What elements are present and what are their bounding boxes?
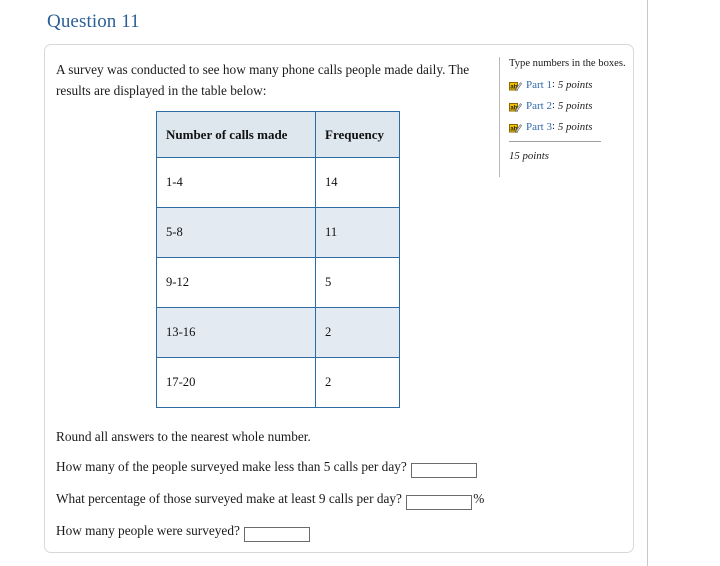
answer-input-less-than-5[interactable] — [411, 463, 478, 478]
sidebar-part-1-link[interactable]: Part 1 — [526, 79, 552, 91]
sub-question-3: How many people were surveyed? — [56, 522, 526, 542]
sidebar-part-2-points: 5 points — [557, 99, 593, 112]
sub-question-2-label: What percentage of those surveyed make a… — [56, 491, 402, 506]
table-header-row: Number of calls made Frequency — [156, 111, 400, 158]
column-header-calls: Number of calls made — [156, 111, 316, 158]
answer-input-percentage-at-least-9[interactable] — [406, 495, 473, 510]
cell-calls-range: 1-4 — [156, 157, 316, 208]
sidebar-total-points: 15 points — [509, 150, 549, 162]
table-row: 13-16 2 — [156, 307, 400, 358]
cell-frequency: 5 — [315, 257, 400, 308]
column-header-frequency: Frequency — [315, 111, 400, 158]
sidebar-part-2-colon: : — [551, 100, 555, 111]
sidebar-part-3[interactable]: ab Part 3: 5 points — [509, 120, 629, 133]
sidebar-instruction: Type numbers in the boxes. — [509, 58, 626, 69]
page-vertical-divider — [647, 0, 648, 566]
text-entry-icon: ab — [509, 79, 523, 91]
sidebar-part-3-points: 5 points — [557, 120, 593, 133]
table-row: 5-8 11 — [156, 207, 400, 258]
cell-frequency: 2 — [315, 307, 400, 358]
question-sidebar: Type numbers in the boxes. ab Part 1: 5 … — [499, 57, 629, 177]
cell-frequency: 2 — [315, 357, 400, 408]
sidebar-part-1[interactable]: ab Part 1: 5 points — [509, 78, 629, 91]
cell-calls-range: 9-12 — [156, 257, 316, 308]
page-title: Question 11 — [47, 11, 140, 32]
sidebar-part-1-colon: : — [551, 79, 555, 90]
cell-calls-range: 13-16 — [156, 307, 316, 358]
sidebar-divider — [509, 141, 601, 142]
table-row: 17-20 2 — [156, 357, 400, 408]
sidebar-part-1-points: 5 points — [557, 78, 593, 91]
sub-question-1: How many of the people surveyed make les… — [56, 458, 526, 478]
question-content-column: A survey was conducted to see how many p… — [56, 59, 496, 101]
sidebar-part-3-colon: : — [551, 121, 555, 132]
cell-frequency: 14 — [315, 157, 400, 208]
rounding-note: Round all answers to the nearest whole n… — [56, 429, 311, 444]
frequency-table: Number of calls made Frequency 1-4 14 5-… — [156, 111, 400, 408]
sub-question-1-label: How many of the people surveyed make les… — [56, 459, 407, 474]
sidebar-part-3-link[interactable]: Part 3 — [526, 121, 552, 133]
cell-frequency: 11 — [315, 207, 400, 258]
answer-input-total-surveyed[interactable] — [244, 527, 311, 542]
table-row: 1-4 14 — [156, 157, 400, 208]
question-panel: A survey was conducted to see how many p… — [44, 44, 634, 553]
question-intro-text: A survey was conducted to see how many p… — [56, 62, 470, 98]
table-row: 9-12 5 — [156, 257, 400, 308]
text-entry-icon: ab — [509, 121, 523, 133]
cell-calls-range: 17-20 — [156, 357, 316, 408]
text-entry-icon: ab — [509, 100, 523, 112]
sub-questions-list: Round all answers to the nearest whole n… — [56, 428, 526, 554]
sidebar-part-2-link[interactable]: Part 2 — [526, 100, 552, 112]
percent-sign: % — [473, 491, 485, 506]
cell-calls-range: 5-8 — [156, 207, 316, 258]
sidebar-part-2[interactable]: ab Part 2: 5 points — [509, 99, 629, 112]
sub-question-2: What percentage of those surveyed make a… — [56, 490, 526, 510]
sub-question-3-label: How many people were surveyed? — [56, 523, 240, 538]
